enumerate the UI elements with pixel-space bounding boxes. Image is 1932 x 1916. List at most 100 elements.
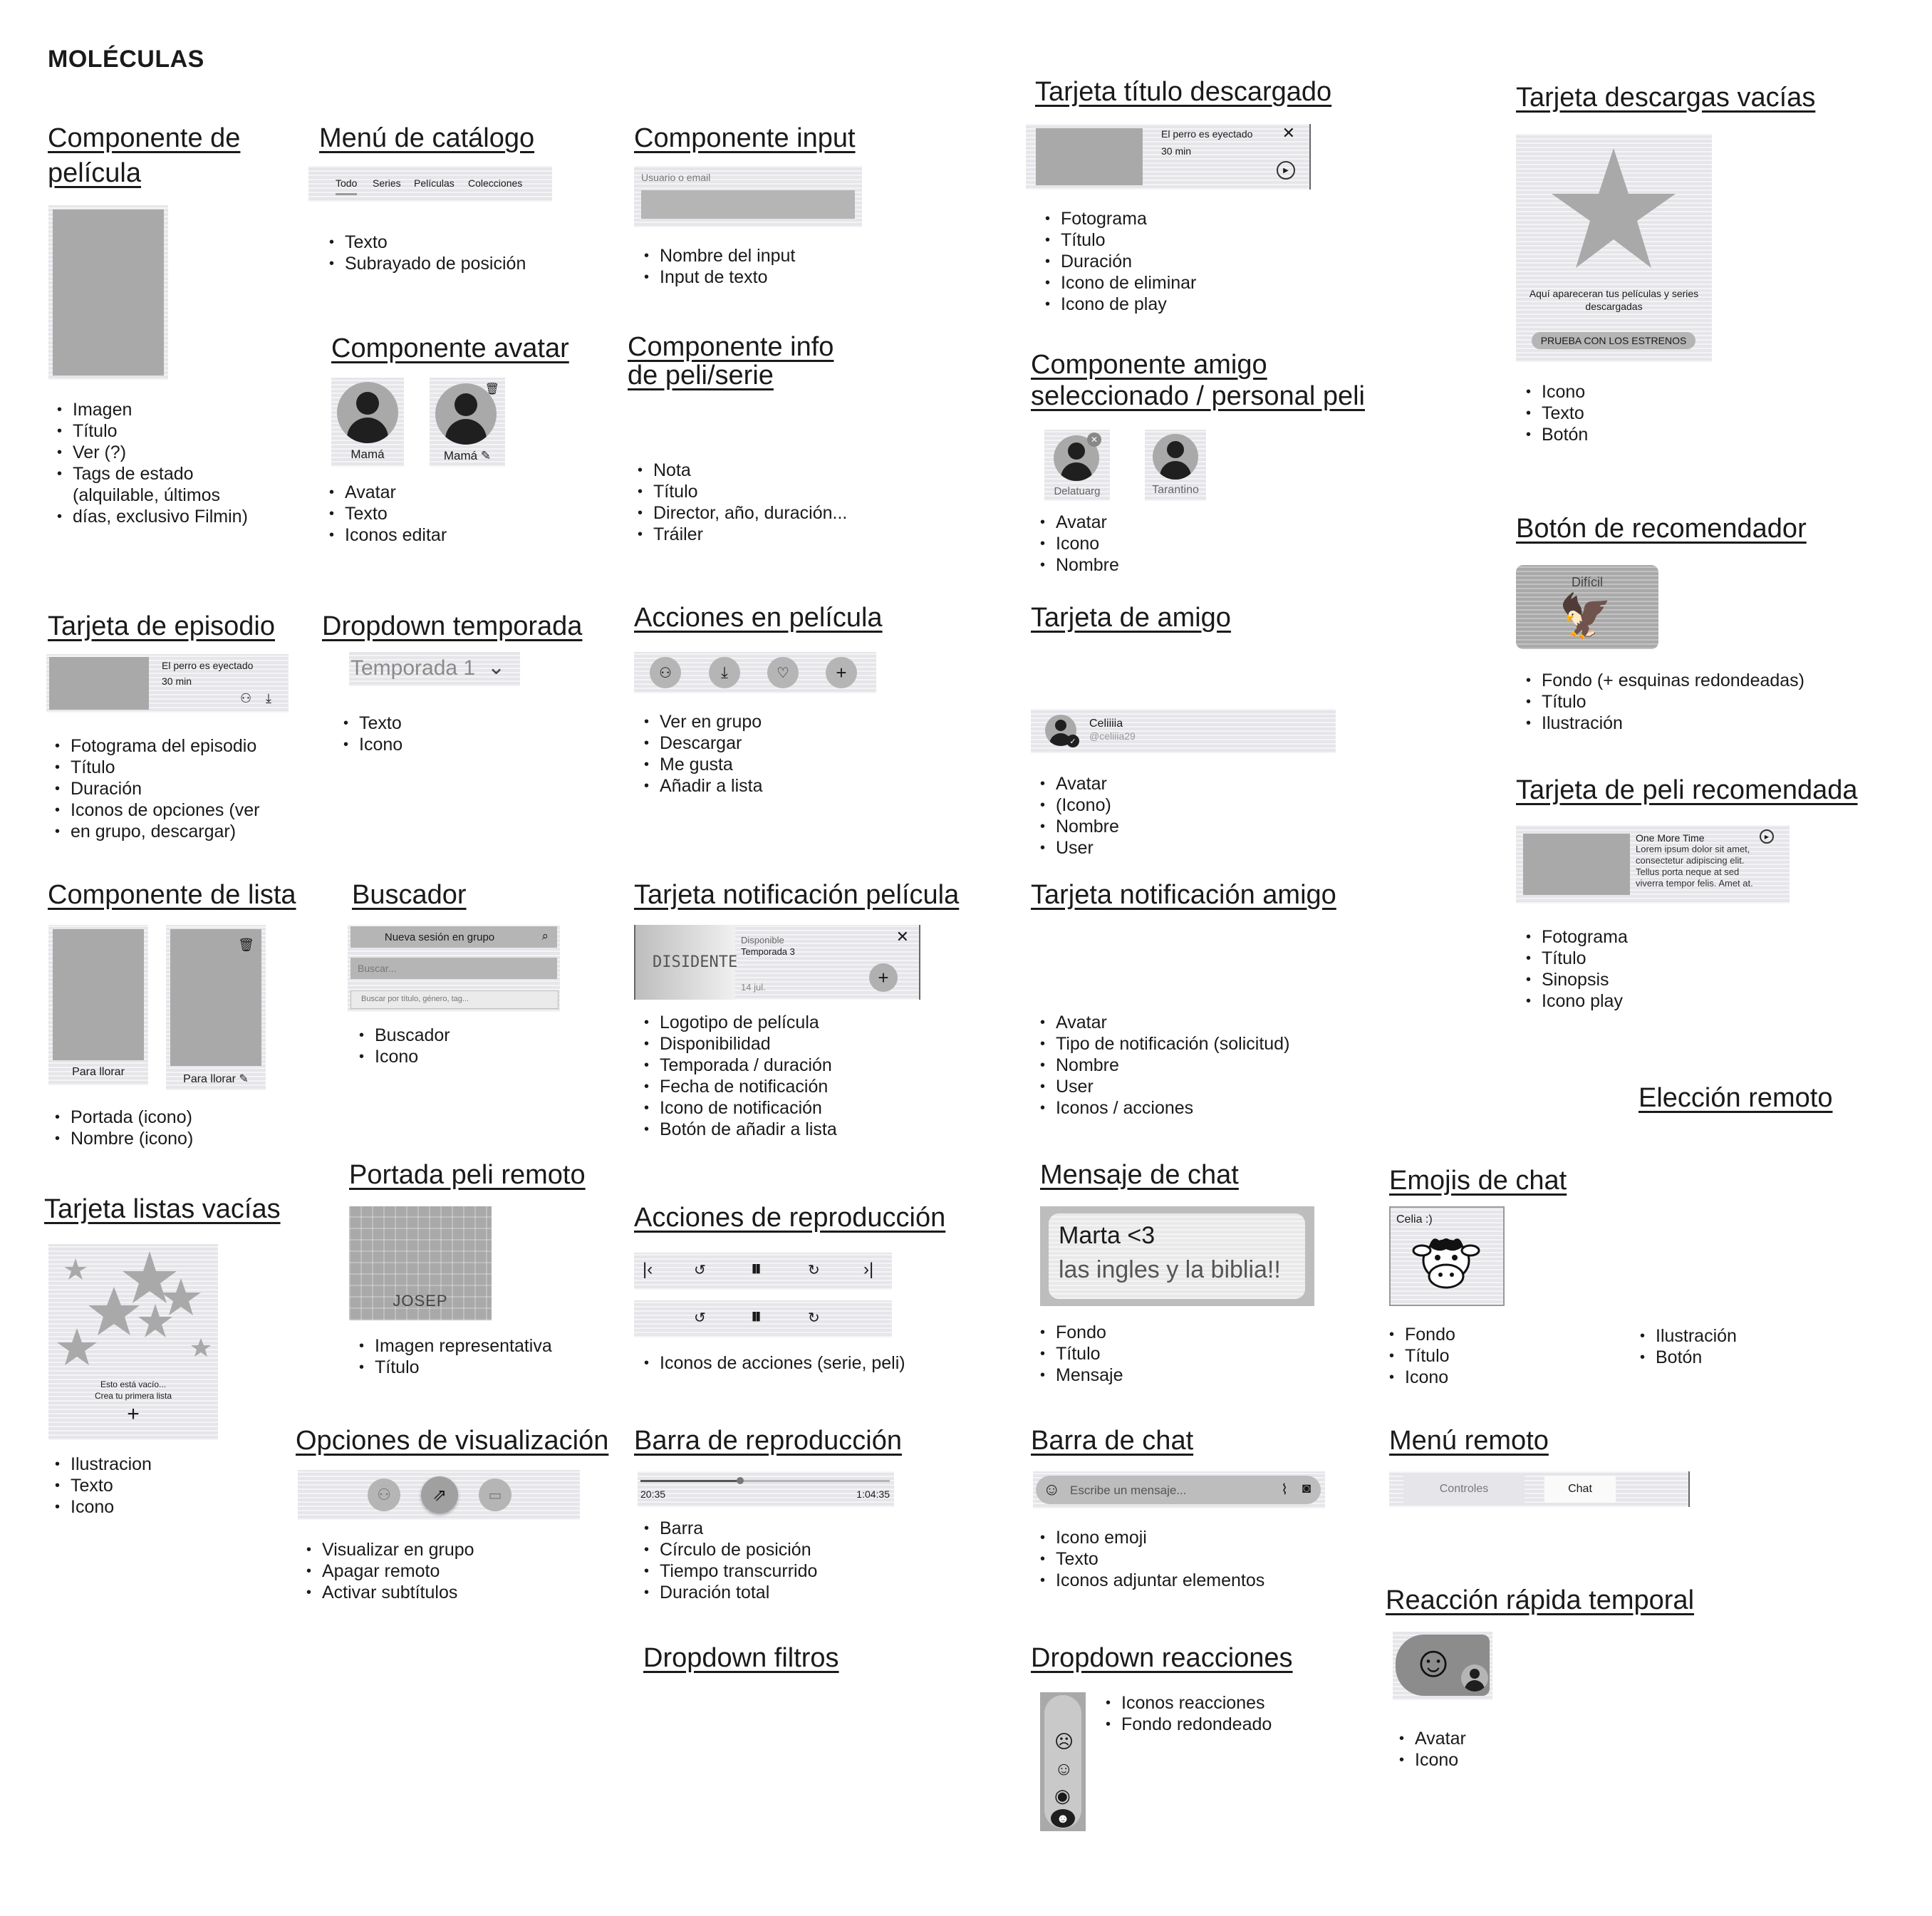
remove-icon[interactable]: ✕ bbox=[1087, 433, 1101, 447]
play-icon[interactable]: ▶ bbox=[1760, 829, 1774, 844]
pause-icon[interactable]: ⏸ bbox=[751, 1257, 762, 1281]
movie-logo: DISIDENTE bbox=[635, 925, 737, 1000]
subtitles-icon[interactable]: ▭ bbox=[479, 1479, 511, 1511]
movie-actions: ⚇ ⤓ ♡ + bbox=[634, 652, 876, 693]
list-card-editable[interactable]: 🗑 Para llorar ✎ bbox=[166, 925, 266, 1090]
section-title-barra-reproduccion: Barra de reproducción bbox=[634, 1426, 902, 1456]
group-session-label: Nueva sesión en grupo bbox=[384, 931, 495, 943]
episode-card[interactable]: El perro es eyectado 30 min ⚇ ⤓ bbox=[46, 654, 289, 713]
emoji-icon[interactable]: ☺ bbox=[1043, 1480, 1061, 1500]
search-input[interactable]: Buscar... bbox=[350, 958, 557, 979]
group-watch-icon[interactable]: ⚇ bbox=[240, 691, 251, 706]
rewind-10-icon[interactable]: ↺ bbox=[694, 1261, 706, 1279]
bullet-list: Visualizar en grupo Apagar remoto Activa… bbox=[305, 1539, 474, 1603]
progress-track[interactable] bbox=[640, 1477, 890, 1484]
forward-30-icon[interactable]: ↻ bbox=[808, 1261, 820, 1279]
empty-downloads-card: Aquí apareceran tus películas y series d… bbox=[1516, 134, 1712, 362]
synopsis: Lorem ipsum dolor sit amet, consectetur … bbox=[1636, 844, 1753, 889]
search-filter-input[interactable]: Buscar por título, género, tag... bbox=[350, 990, 559, 1009]
avatar bbox=[337, 382, 398, 443]
group-session-bar[interactable]: Nueva sesión en grupo ⌕ bbox=[350, 926, 557, 948]
section-title-info-peli: Componente info de peli/serie bbox=[628, 332, 834, 390]
add-icon[interactable]: + bbox=[826, 657, 857, 688]
friend-card[interactable]: ✓ Celiiiia @celiiia29 bbox=[1031, 709, 1336, 753]
movie-notification-card[interactable]: DISIDENTE Disponible Temporada 3 14 jul.… bbox=[634, 925, 920, 1000]
laugh-face-icon[interactable]: ☻ bbox=[1051, 1809, 1075, 1828]
position-circle[interactable] bbox=[737, 1477, 744, 1484]
chevron-down-icon[interactable]: ⌄ bbox=[487, 655, 505, 680]
playback-actions-series: |‹ ↺ ⏸ ↻ ›| bbox=[634, 1253, 892, 1290]
pause-icon[interactable]: ⏸ bbox=[751, 1305, 762, 1329]
avatar-component-editable[interactable]: 🗑 Mamá ✎ bbox=[430, 378, 505, 467]
list-cover bbox=[53, 929, 144, 1060]
tab-todo[interactable]: Todo bbox=[336, 177, 358, 195]
close-icon[interactable]: ✕ bbox=[1282, 124, 1295, 143]
downloaded-title-card[interactable]: El perro es eyectado 30 min ✕ ▶ bbox=[1026, 124, 1311, 190]
tab-colecciones[interactable]: Colecciones bbox=[468, 177, 522, 189]
bullet-list: Iconos reacciones Fondo redondeado bbox=[1104, 1692, 1272, 1735]
cover-title: JOSEP bbox=[393, 1292, 448, 1310]
remote-off-icon[interactable]: ⇗ bbox=[421, 1476, 458, 1513]
eagle-illustration: 🦅 bbox=[1559, 592, 1612, 640]
attach-icon[interactable]: ⌇ bbox=[1281, 1481, 1288, 1498]
section-title-barra-chat: Barra de chat bbox=[1031, 1426, 1194, 1456]
try-releases-button[interactable]: PRUEBA CON LOS ESTRENOS bbox=[1532, 332, 1695, 349]
movie-card[interactable] bbox=[48, 205, 168, 380]
bullet-list: Fotograma Título Duración Icono de elimi… bbox=[1044, 208, 1196, 315]
section-title-pelicula: Componente de película bbox=[48, 121, 240, 192]
chat-emoji: Celia :) bbox=[1389, 1206, 1505, 1306]
list-name: Para llorar ✎ bbox=[183, 1073, 249, 1085]
download-icon[interactable]: ⤓ bbox=[266, 691, 271, 706]
group-watch-icon[interactable]: ⚇ bbox=[650, 657, 681, 688]
pencil-icon[interactable]: ✎ bbox=[481, 449, 491, 462]
empty-lists-card: Esto está vacío... Crea tu primera lista… bbox=[48, 1244, 218, 1440]
stars-illustration bbox=[57, 1251, 211, 1365]
avatar bbox=[1461, 1664, 1488, 1692]
play-icon[interactable]: ▶ bbox=[1277, 161, 1295, 180]
recommender-button[interactable]: Difícil 🦅 bbox=[1516, 565, 1658, 649]
playback-actions-movie: ↺ ⏸ ↻ bbox=[634, 1300, 892, 1337]
avatar-component[interactable]: Mamá bbox=[331, 378, 404, 467]
tab-peliculas[interactable]: Películas bbox=[414, 177, 455, 189]
episode-title: El perro es eyectado bbox=[162, 660, 254, 671]
tab-series[interactable]: Series bbox=[373, 177, 401, 189]
section-title-listas-vacias: Tarjeta listas vacías bbox=[44, 1194, 281, 1224]
friend-name: Celiiiia bbox=[1089, 718, 1123, 730]
section-title-dropdown-filtros: Dropdown filtros bbox=[643, 1643, 839, 1673]
add-to-list-button[interactable]: + bbox=[869, 963, 898, 992]
close-icon[interactable]: ✕ bbox=[896, 928, 909, 946]
chat-input[interactable]: ☺ Escribe un mensaje... ⌇ ◙ bbox=[1036, 1476, 1321, 1504]
friend-selected[interactable]: Tarantino bbox=[1145, 430, 1206, 501]
rewind-10-icon[interactable]: ↺ bbox=[694, 1309, 706, 1327]
section-title-peli-recomendada: Tarjeta de peli recomendada bbox=[1516, 775, 1858, 805]
section-title-visualizacion: Opciones de visualización bbox=[296, 1426, 609, 1456]
tab-chat[interactable]: Chat bbox=[1544, 1476, 1616, 1503]
tab-controles[interactable]: Controles bbox=[1403, 1476, 1525, 1503]
friend-selected[interactable]: ✕ Delatuarg bbox=[1044, 430, 1110, 501]
section-title-dropdown-reacciones: Dropdown reacciones bbox=[1031, 1643, 1293, 1673]
bullet-list: Barra Círculo de posición Tiempo transcu… bbox=[643, 1518, 817, 1603]
group-view-icon[interactable]: ⚇ bbox=[368, 1479, 400, 1511]
download-icon[interactable]: ⤓ bbox=[709, 657, 740, 688]
next-icon[interactable]: ›| bbox=[863, 1260, 873, 1280]
neutral-face-icon[interactable]: ◉ bbox=[1054, 1785, 1071, 1807]
recommended-movie-card[interactable]: One More Time Lorem ipsum dolor sit amet… bbox=[1516, 825, 1790, 903]
heart-icon[interactable]: ♡ bbox=[767, 657, 799, 688]
bullet-list: Nota Título Director, año, duración... T… bbox=[636, 460, 847, 545]
sad-face-icon[interactable]: ☹ bbox=[1054, 1731, 1074, 1753]
pencil-icon[interactable]: ✎ bbox=[239, 1073, 248, 1085]
trash-icon[interactable]: 🗑 bbox=[238, 938, 254, 953]
season-dropdown[interactable]: Temporada 1 ⌄ bbox=[349, 652, 520, 686]
camera-icon[interactable]: ◙ bbox=[1302, 1481, 1311, 1497]
smile-face-icon[interactable]: ☺ bbox=[1054, 1758, 1074, 1780]
search-icon[interactable]: ⌕ bbox=[541, 929, 549, 943]
section-title-titulo-descargado: Tarjeta título descargado bbox=[1035, 77, 1332, 107]
text-input[interactable] bbox=[641, 190, 855, 219]
input-component[interactable]: Usuario o email bbox=[634, 166, 862, 227]
add-list-icon[interactable]: + bbox=[48, 1402, 218, 1426]
trash-icon[interactable]: 🗑 bbox=[485, 382, 499, 396]
previous-icon[interactable]: |‹ bbox=[643, 1260, 653, 1280]
friend-name: Delatuarg bbox=[1054, 485, 1101, 497]
forward-30-icon[interactable]: ↻ bbox=[808, 1309, 820, 1327]
list-card[interactable]: Para llorar bbox=[48, 925, 148, 1085]
